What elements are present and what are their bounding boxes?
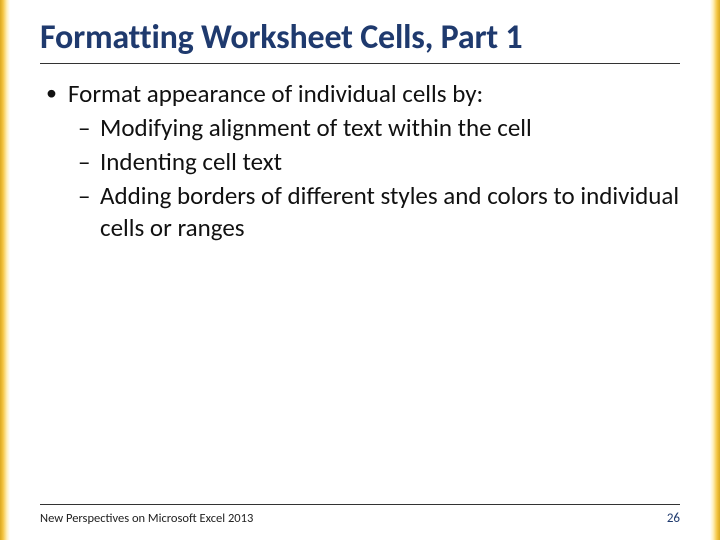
- slide-title: Formatting Worksheet Cells, Part 1: [40, 18, 680, 64]
- bullet-level2-3: Adding borders of different styles and c…: [40, 180, 680, 244]
- slide-content: Formatting Worksheet Cells, Part 1 Forma…: [10, 0, 710, 540]
- slide-body: Format appearance of individual cells by…: [40, 64, 680, 504]
- bullet-level2-1: Modifying alignment of text within the c…: [40, 112, 680, 144]
- bullet-level1: Format appearance of individual cells by…: [40, 78, 680, 110]
- bullet-level2-2: Indenting cell text: [40, 146, 680, 178]
- slide-footer: New Perspectives on Microsoft Excel 2013…: [40, 504, 680, 526]
- footer-text: New Perspectives on Microsoft Excel 2013: [40, 511, 253, 526]
- slide-border-left: [0, 0, 10, 540]
- page-number: 26: [667, 511, 680, 526]
- slide-border-right: [710, 0, 720, 540]
